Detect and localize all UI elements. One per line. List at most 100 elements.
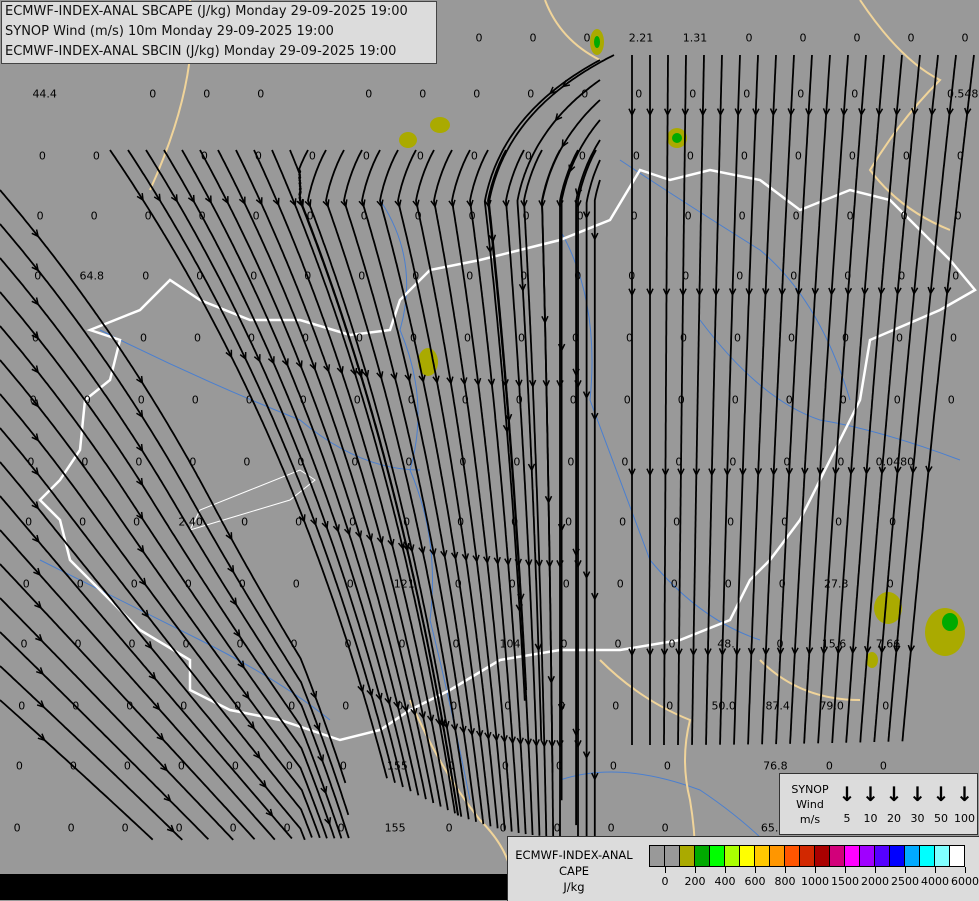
no-data-strip [0,874,507,900]
cin-value-label: 0 [20,637,28,651]
cin-value-label: 0 [686,149,694,163]
cin-value-label: 0.0480 [875,455,915,469]
cin-value-label: 0 [182,637,190,651]
cin-value-label: 0 [198,209,206,223]
wind-speed-label: 50 [934,812,948,825]
colorbar-swatch [860,846,875,866]
wind-speed-key: ↓ 100 [954,782,976,825]
cin-value-label: 0 [668,637,676,651]
wind-speed-key: ↓ 50 [930,782,952,825]
cin-value-label: 0 [851,87,859,101]
wind-speed-key: ↓ 5 [836,782,858,825]
cin-value-label: 0 [626,331,633,345]
cin-value-label: 0 [302,331,309,345]
cin-value-label: 0 [238,577,246,591]
cin-value-label: 7.66 [875,637,901,651]
cin-value-label: 0 [243,455,251,469]
cin-value-label: 87.4 [765,699,790,713]
wind-speed-key: ↓ 30 [907,782,929,825]
cin-value-label: 0 [792,209,800,223]
cin-value-label: 0 [466,269,474,283]
cin-value-label: 0 [578,149,586,163]
cin-value-label: 0 [661,821,669,835]
cin-value-label: 0 [142,269,150,283]
cin-value-label: 0 [569,393,577,407]
wind-speed-label: 5 [843,812,851,825]
cin-value-label: 0 [518,331,525,345]
cin-value-label: 0 [553,821,561,835]
cin-value-label: 0 [607,821,615,835]
cin-value-label: 0 [407,393,415,407]
wind-speed-key: ↓ 20 [883,782,905,825]
cin-value-label: 0 [32,331,39,345]
cin-value-label: 0 [135,455,143,469]
colorbar-swatch [845,846,860,866]
cin-value-label: 0 [734,331,741,345]
cin-value-label: 0 [241,515,249,529]
colorbar-tick [845,867,846,873]
cin-value-label: 0 [778,577,786,591]
cin-value-label: 0 [396,699,404,713]
cin-value-label: 0 [403,515,411,529]
colorbar-swatch [950,846,964,866]
cin-value-label: 0 [682,269,690,283]
cin-value-label: 0 [356,331,363,345]
cin-value-label: 0 [464,331,471,345]
colorbar-tick-label: 2500 [891,875,919,888]
wind-speed-label: 20 [887,812,901,825]
cin-value-label: 0 [576,209,584,223]
cin-value-label: 0 [175,821,183,835]
cin-value-label: 0 [459,455,467,469]
cin-value-label: 0 [292,577,300,591]
cin-value-label: 0 [470,149,478,163]
cin-value-label: 0 [189,455,197,469]
cape-legend-line: J/kg [563,880,585,894]
cin-value-label: 0 [565,515,573,529]
cin-value-label: 0 [412,269,420,283]
colorbar-swatch [770,846,785,866]
colorbar-tick-label: 6000 [951,875,979,888]
cin-value-label: 0 [454,577,462,591]
cin-value-label: 0 [140,331,147,345]
colorbar-swatch [815,846,830,866]
cin-value-label: 0 [743,87,751,101]
cin-value-label: 0 [288,699,296,713]
cin-value-label: 0 [447,759,455,773]
cin-value-label: 0 [236,637,244,651]
cape-legend-line: ECMWF-INDEX-ANAL [515,848,633,862]
cin-value-label: 0 [729,455,737,469]
colorbar-swatch [680,846,695,866]
cin-value-label: 0 [799,31,807,45]
cin-value-label: 0 [360,209,368,223]
cin-value-label: 0 [67,821,75,835]
wind-legend-line: m/s [799,813,821,826]
cin-value-label: 0 [76,577,84,591]
cin-value-label: 48. [717,637,735,651]
cin-value-label: 0 [670,577,678,591]
cin-value-label: 0 [609,759,617,773]
cin-value-label: 0 [879,759,887,773]
wind-legend-title: SYNOP Wind m/s [782,782,838,827]
colorbar-tick-label: 2000 [861,875,889,888]
cin-value-label: 0 [684,209,692,223]
cin-value-label: 155 [384,821,406,835]
cin-value-label: 0 [475,31,483,45]
cin-value-label: 0.548 [946,87,979,101]
cin-value-label: 0 [461,393,469,407]
cin-value-label: 0 [663,759,671,773]
cin-value-label: 0 [527,87,535,101]
cin-value-label: 0 [137,393,145,407]
cin-value-label: 0 [200,149,208,163]
cin-value-label: 0 [445,821,453,835]
cin-value-label: 0 [508,577,516,591]
cin-value-label: 0 [555,759,563,773]
cin-value-label: 0 [252,209,260,223]
cin-value-label: 0 [194,331,201,345]
cin-value-label: 0 [349,515,357,529]
cin-value-label: 0 [736,269,744,283]
cin-value-label: 0 [36,209,44,223]
cin-value-label: 0 [184,577,192,591]
cin-value-label: 0 [954,209,962,223]
cin-value-label: 104 [499,637,521,651]
colorbar-swatch [890,846,905,866]
